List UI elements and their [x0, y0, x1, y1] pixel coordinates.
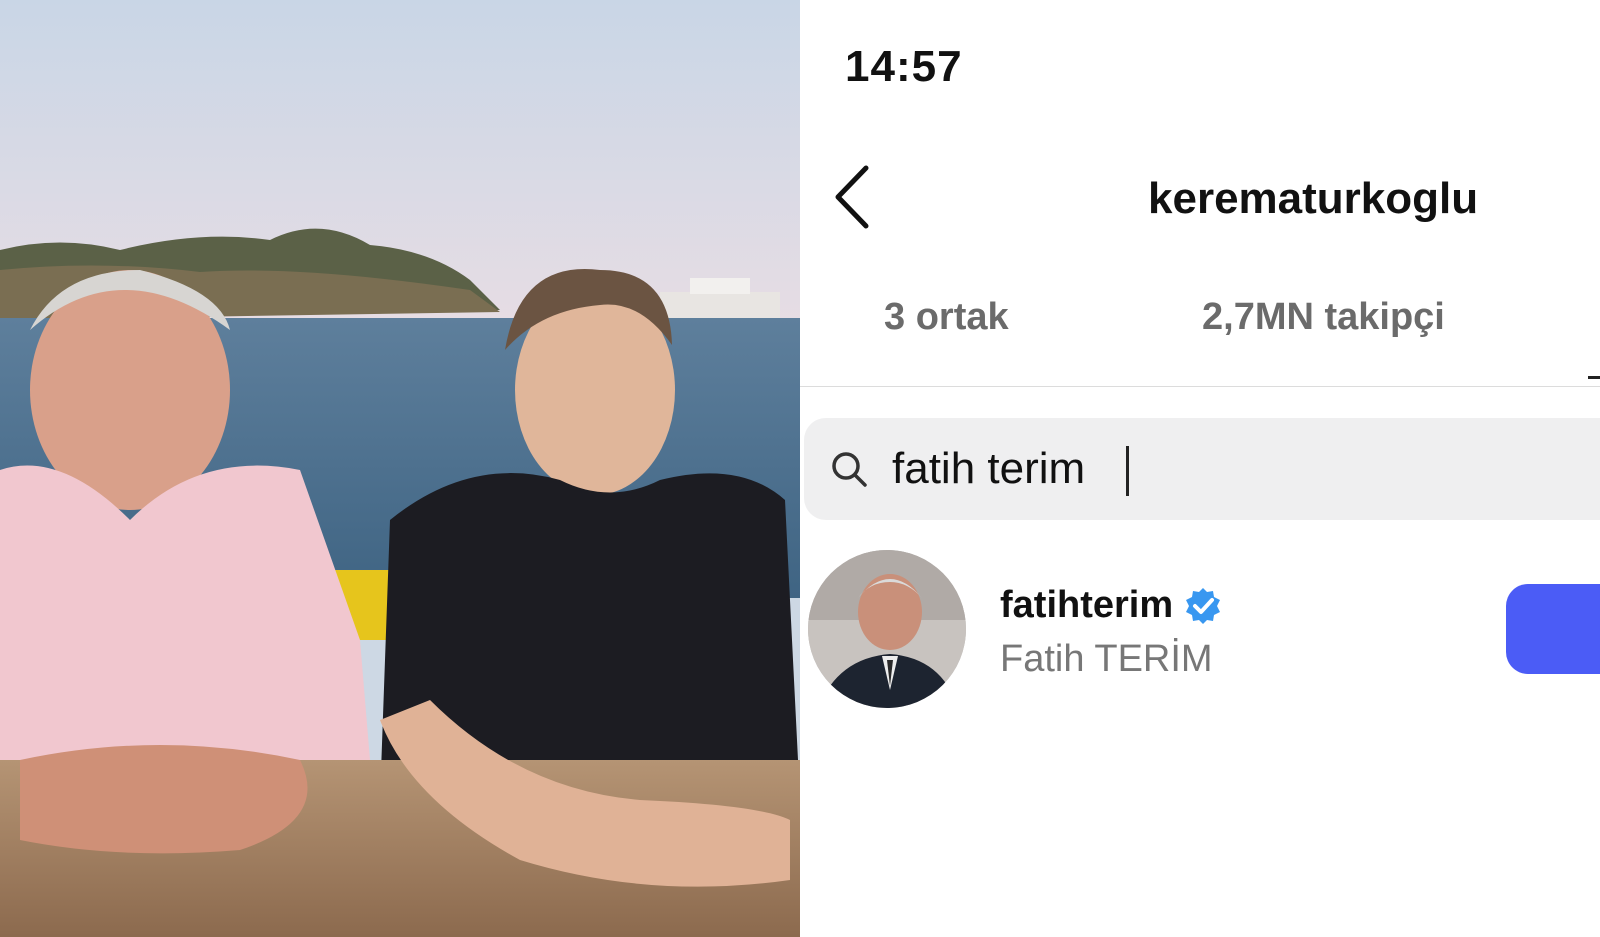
composite-image: 14:57 kerematurkoglu 3 ortak 2,7MN takip…: [0, 0, 1600, 937]
search-result-row[interactable]: fatihterim Fatih TERİM: [800, 548, 1600, 718]
verified-badge-icon: [1186, 587, 1221, 624]
avatar[interactable]: [808, 550, 966, 708]
text-caret: [1126, 446, 1129, 496]
man1-arms: [20, 745, 308, 854]
result-username: fatihterim: [1000, 584, 1174, 626]
follow-button[interactable]: [1506, 584, 1600, 674]
status-bar-time: 14:57: [845, 42, 963, 91]
tab-followers[interactable]: 2,7MN takipçi: [1202, 296, 1445, 339]
username-line: fatihterim: [1000, 584, 1223, 627]
tab-active-indicator: [1588, 376, 1600, 379]
photo-two-men-seaside: [0, 0, 800, 937]
search-input[interactable]: [892, 436, 1492, 502]
yacht: [660, 292, 780, 318]
avatar-photo: [808, 550, 966, 708]
tab-bar: 3 ortak 2,7MN takipçi: [800, 296, 1600, 386]
search-icon: [832, 452, 867, 487]
profile-username-title: kerematurkoglu: [1148, 174, 1479, 223]
tabs-divider: [800, 386, 1600, 387]
result-full-name: Fatih TERİM: [1000, 638, 1213, 680]
seaside-photo-illustration: [0, 0, 800, 937]
instagram-followers-screen: 14:57 kerematurkoglu 3 ortak 2,7MN takip…: [800, 0, 1600, 937]
search-bar[interactable]: [804, 418, 1600, 520]
tab-mutual[interactable]: 3 ortak: [884, 296, 1009, 339]
man1-shirt: [0, 465, 370, 780]
